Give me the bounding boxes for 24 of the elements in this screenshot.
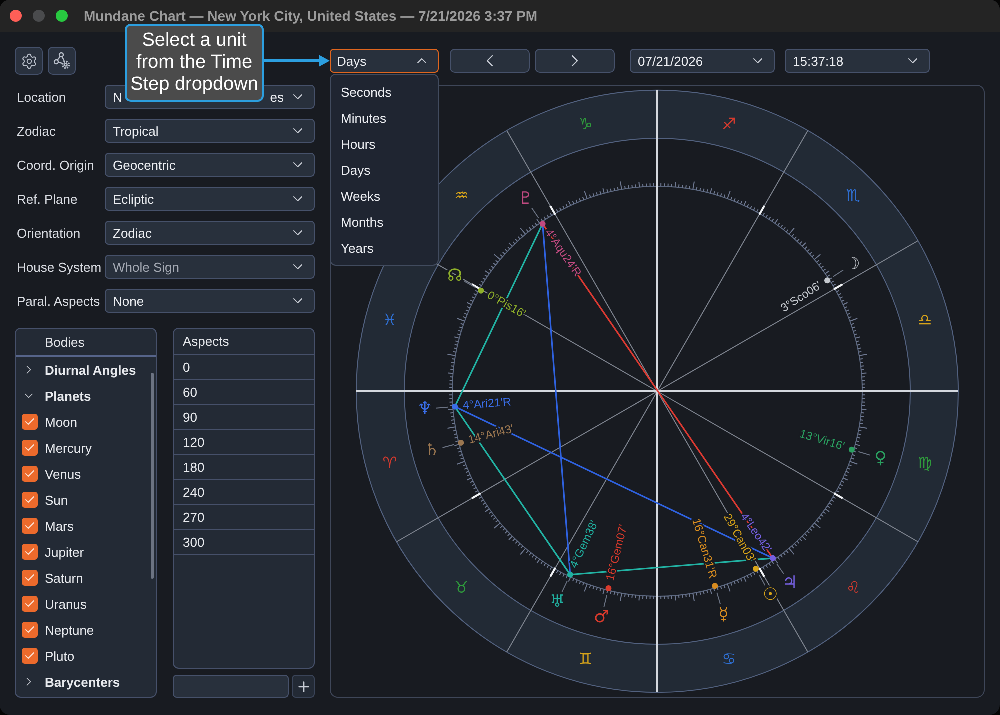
zodiac-sign-symbol: ♋ (722, 650, 736, 669)
field-label: Coord. Origin (16, 158, 96, 172)
field-label: Location (16, 90, 68, 104)
zodiac-sign-symbol: ♑ (578, 114, 593, 134)
zodiac-sign-symbol: ♐ (722, 114, 736, 134)
planet-symbol: ♂ (594, 608, 610, 628)
column-header: Bodies (16, 329, 156, 357)
zodiac-sign-symbol: ♊ (578, 650, 593, 669)
column-header: Aspects (174, 329, 314, 355)
zodiac-sign-symbol: ♈ (382, 454, 398, 473)
planet-symbol: ♀ (874, 448, 887, 468)
field-label: House System (16, 260, 103, 274)
callout: Select a unit from the Time Step dropdown (125, 24, 264, 102)
zodiac-sign-symbol: ♎ (918, 310, 932, 330)
zodiac-sign-symbol: ♍ (918, 454, 932, 473)
field-label: Zodiac (16, 124, 58, 138)
field-label: Orientation (16, 226, 82, 240)
field-label: Paral. Aspects (16, 294, 102, 308)
planet-symbol: ♄ (424, 440, 440, 461)
planet-symbol: ♆ (418, 399, 433, 420)
zodiac-sign-symbol: ♓ (382, 310, 398, 330)
field-label: Ref. Plane (16, 192, 79, 206)
window-title: Mundane Chart — New York City, United States — 7/21/2026 3:37 PM (84, 8, 538, 24)
planet-symbol: ☿ (718, 604, 729, 625)
